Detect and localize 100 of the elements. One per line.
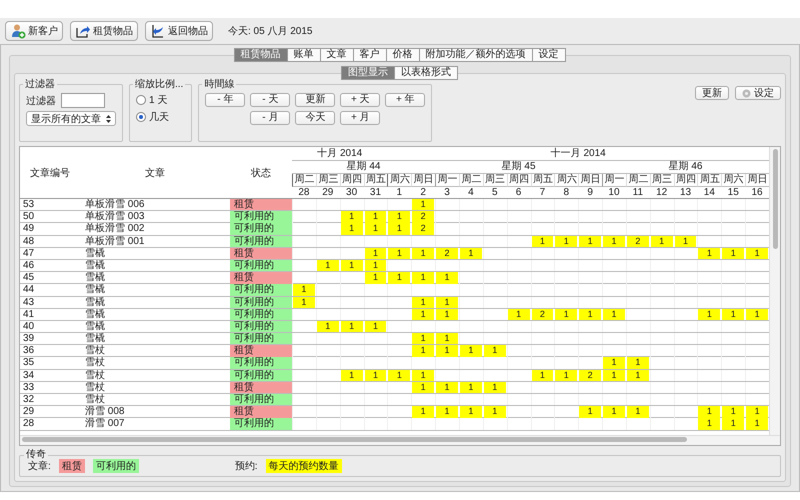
booking-count: 1	[340, 223, 363, 235]
booking-count: 1	[364, 260, 386, 272]
weekday-header: 周六	[554, 174, 578, 187]
booking-count: 2	[412, 211, 434, 223]
column-header: 文章	[144, 166, 166, 180]
booking-count: 1	[746, 406, 768, 418]
settings-button[interactable]: 设定	[735, 86, 781, 100]
booking-count: 1	[460, 248, 482, 260]
tab[interactable]: 附加功能／额外的选项	[418, 48, 532, 62]
radio-option[interactable]: 1 天	[136, 93, 186, 107]
table-cell-text: 雪橇	[84, 296, 106, 308]
timeline-button[interactable]: - 年	[205, 93, 246, 107]
status-cell: 可利用的	[230, 223, 292, 235]
table-cell-text: 46	[22, 260, 36, 272]
table-cell-text: 43	[22, 296, 36, 308]
date-header: 3	[443, 187, 451, 198]
horizontal-scrollbar[interactable]	[20, 435, 780, 445]
toolbar-button[interactable]: 新客户	[5, 21, 63, 41]
date-header: 12	[655, 187, 668, 198]
booking-count: 1	[579, 406, 602, 418]
filter-select[interactable]: 显示所有的文章	[26, 111, 116, 126]
timeline-button[interactable]: + 天	[340, 93, 380, 107]
vertical-scrollbar[interactable]	[769, 147, 780, 435]
view-tab[interactable]: 以表格形式	[394, 66, 458, 80]
today-date: 今天: 05 八月 2015	[228, 25, 312, 38]
status-cell: 租赁	[230, 248, 292, 260]
tab[interactable]: 设定	[532, 48, 566, 62]
date-header: 14	[702, 187, 716, 198]
status-cell: 可利用的	[230, 296, 292, 308]
booking-count: 1	[412, 248, 434, 260]
view-tab[interactable]: 图型显示	[341, 66, 395, 80]
booking-count: 1	[364, 272, 386, 284]
weekday-header: 周二	[458, 174, 483, 187]
timeline-button[interactable]: 更新	[295, 93, 336, 107]
booking-count: 1	[388, 248, 410, 260]
table-cell-text: 雪杖	[84, 382, 106, 394]
booking-count: 1	[436, 406, 458, 418]
column-header: 文章编号	[29, 166, 71, 180]
weekday-header: 周三	[316, 174, 340, 187]
status-cell: 可利用的	[230, 260, 292, 272]
table-cell-text: 雪杖	[84, 394, 106, 406]
timeline-button[interactable]: + 月	[340, 111, 380, 125]
booking-count: 1	[412, 370, 434, 382]
booking-count: 1	[698, 406, 720, 418]
group-title: 过滤器	[23, 79, 57, 90]
week-header: 星期 46	[602, 161, 769, 174]
group-title: 時間線	[202, 79, 236, 90]
booking-count: 1	[412, 308, 434, 320]
tab[interactable]: 租赁物品	[234, 48, 288, 62]
booking-count: 1	[603, 370, 625, 382]
booking-count: 1	[436, 333, 458, 344]
date-header: 31	[368, 187, 382, 198]
table-cell-text: 40	[22, 320, 36, 332]
weekday-header: 周三	[650, 174, 674, 187]
table-cell-text: 39	[22, 333, 36, 344]
timeline-button[interactable]: + 年	[385, 93, 426, 107]
weekday-header: 周二	[626, 174, 650, 187]
tab[interactable]: 客户	[352, 48, 386, 62]
filter-label: 过滤器	[26, 94, 56, 108]
table-cell-text: 32	[22, 394, 36, 406]
tab[interactable]: 价格	[386, 48, 420, 62]
booking-count: 1	[746, 248, 768, 260]
table-cell-text: 49	[22, 223, 36, 235]
table-cell-text: 雪橇	[84, 320, 106, 332]
toolbar-button[interactable]: 返回物品	[145, 21, 213, 41]
date-header: 1	[396, 187, 404, 198]
toolbar-button[interactable]: 租赁物品	[70, 21, 138, 41]
booking-count: 1	[484, 406, 506, 418]
table-cell-text: 雪橇	[84, 272, 106, 284]
booking-count: 1	[508, 308, 530, 320]
timeline-button[interactable]: - 天	[250, 93, 290, 107]
booking-count: 1	[293, 296, 315, 308]
radio-option[interactable]: 几天	[136, 110, 186, 124]
booking-count: 1	[579, 308, 602, 320]
booking-count: 1	[388, 211, 410, 223]
booking-count: 1	[698, 248, 720, 260]
filter-field[interactable]	[61, 93, 105, 108]
tab[interactable]: 账单	[286, 48, 320, 62]
booking-count: 1	[436, 345, 458, 357]
booking-count: 1	[722, 406, 744, 418]
refresh-button[interactable]: 更新	[695, 86, 729, 100]
tab[interactable]: 文章	[320, 48, 354, 62]
table-cell-text: 雪橇	[84, 284, 106, 296]
booking-count: 1	[436, 272, 458, 284]
weekday-header: 周一	[435, 174, 459, 187]
table-cell-text: 44	[22, 284, 36, 296]
booking-count: 1	[340, 370, 363, 382]
table-cell-text: 45	[22, 272, 36, 284]
legend-chip: 可利用的	[92, 459, 139, 473]
status-cell: 可利用的	[230, 333, 292, 344]
table-cell-text: 33	[22, 382, 36, 394]
timeline-button[interactable]: 今天	[295, 111, 336, 125]
status-cell: 可利用的	[230, 370, 292, 382]
weekday-header: 周一	[602, 174, 626, 187]
table-cell-text: 53	[22, 199, 36, 210]
date-header: 6	[514, 187, 522, 198]
date-header: 9	[586, 187, 594, 198]
legend-label: 预约:	[234, 460, 258, 473]
table-cell-text: 29	[22, 406, 36, 418]
timeline-button[interactable]: - 月	[250, 111, 290, 125]
